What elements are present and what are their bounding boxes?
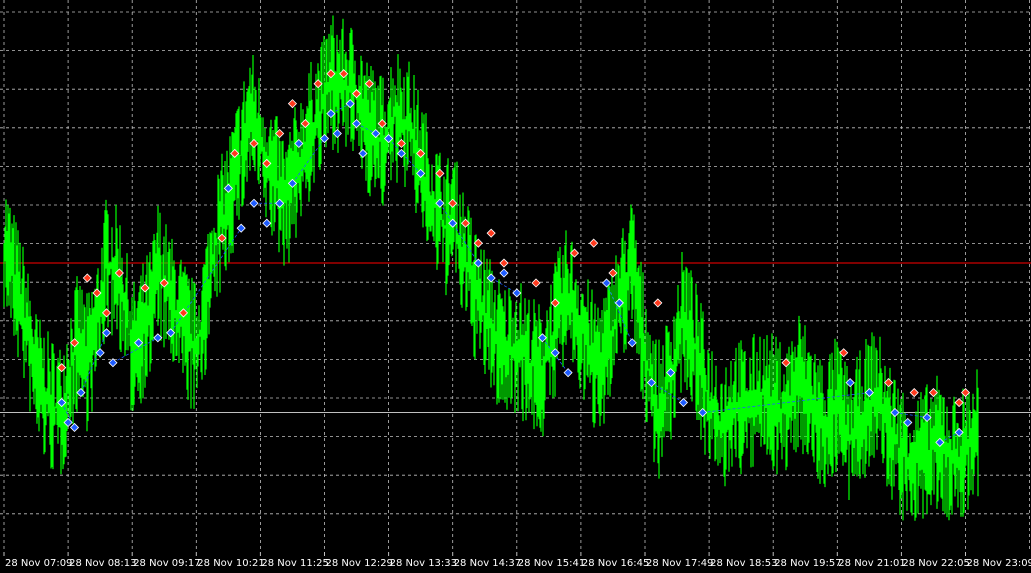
time-axis: 28 Nov 07:0928 Nov 08:1328 Nov 09:1728 N… <box>0 552 1031 573</box>
x-tick-label: 28 Nov 21:01 <box>838 558 905 569</box>
x-tick-label: 28 Nov 10:21 <box>197 558 264 569</box>
x-tick-label: 28 Nov 07:09 <box>5 558 72 569</box>
x-tick-label: 28 Nov 23:09 <box>967 558 1031 569</box>
x-tick-label: 28 Nov 19:57 <box>774 558 841 569</box>
x-tick-label: 28 Nov 11:25 <box>261 558 328 569</box>
x-tick-label: 28 Nov 16:45 <box>582 558 649 569</box>
x-tick-label: 28 Nov 15:41 <box>518 558 585 569</box>
x-tick-label: 28 Nov 13:33 <box>390 558 457 569</box>
x-tick-label: 28 Nov 22:05 <box>902 558 969 569</box>
x-tick-label: 28 Nov 17:49 <box>646 558 713 569</box>
price-chart[interactable]: 28 Nov 07:09 28 Nov 08:13 28 Nov 09:17 28 N… <box>0 0 1031 573</box>
x-tick-label: 28 Nov 09:17 <box>133 558 200 569</box>
x-tick-label: 28 Nov 14:37 <box>454 558 521 569</box>
x-tick-label: 28 Nov 18:53 <box>710 558 777 569</box>
x-tick-label: 28 Nov 08:13 <box>69 558 136 569</box>
x-tick-label: 28 Nov 12:29 <box>326 558 393 569</box>
chart-canvas[interactable]: 28 Nov 07:0928 Nov 08:1328 Nov 09:1728 N… <box>0 0 1031 573</box>
